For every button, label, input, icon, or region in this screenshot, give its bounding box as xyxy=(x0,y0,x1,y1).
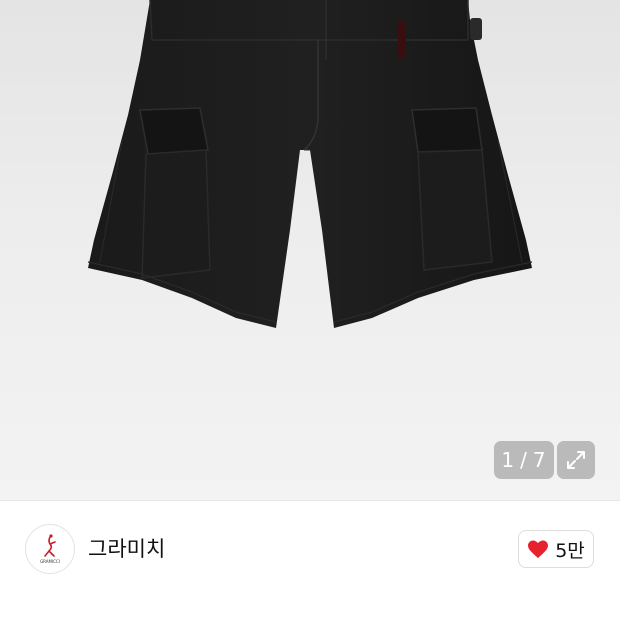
product-image[interactable] xyxy=(0,0,620,500)
shop-name[interactable]: 그라미치 xyxy=(88,535,165,563)
product-image-gallery[interactable]: 1 / 7 xyxy=(0,0,620,500)
image-counter: 1 / 7 xyxy=(494,441,554,479)
expand-icon xyxy=(567,451,585,469)
like-count: 5만 xyxy=(555,539,585,562)
climber-logo-icon: GRAMICCI xyxy=(40,534,60,564)
shop-logo[interactable]: GRAMICCI xyxy=(25,524,75,574)
counter-current: 1 xyxy=(501,448,516,472)
counter-separator: / xyxy=(520,448,528,472)
counter-total: 7 xyxy=(532,448,547,472)
logo-wordmark: GRAMICCI xyxy=(40,559,60,564)
shop-info-row: GRAMICCI 그라미치 5만 xyxy=(0,501,620,620)
expand-button[interactable] xyxy=(557,441,595,479)
heart-icon xyxy=(528,540,549,559)
like-button[interactable]: 5만 xyxy=(518,530,594,568)
